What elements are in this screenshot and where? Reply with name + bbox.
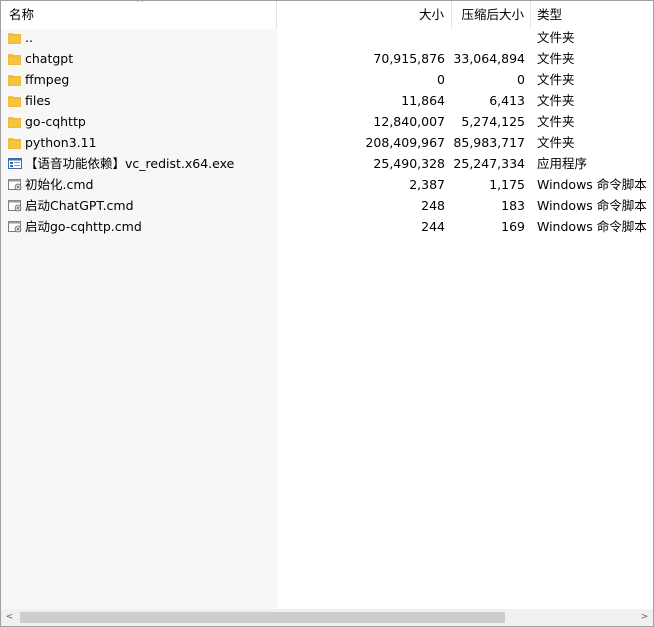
file-size: 248 — [421, 198, 445, 213]
file-name: go-cqhttp — [25, 114, 86, 129]
file-size: 244 — [421, 219, 445, 234]
file-size: 208,409,967 — [365, 135, 445, 150]
file-type: 应用程序 — [537, 156, 588, 171]
file-row[interactable]: 初始化.cmd 2,387 1,175 Windows 命令脚本 — [1, 174, 653, 195]
file-size — [277, 27, 445, 48]
column-header-type-label: 类型 — [537, 7, 563, 22]
column-header-bar: 名称 ^ 大小 压缩后大小 类型 — [1, 1, 653, 29]
file-size: 25,490,328 — [373, 156, 445, 171]
file-name: 【语音功能依赖】vc_redist.x64.exe — [25, 156, 235, 171]
file-packed-size: 183 — [501, 198, 525, 213]
file-type: Windows 命令脚本 — [537, 198, 647, 213]
file-name: .. — [25, 30, 33, 45]
cmd-icon — [7, 174, 23, 195]
file-row[interactable]: 【语音功能依赖】vc_redist.x64.exe 25,490,328 25,24… — [1, 153, 653, 174]
cmd-icon — [7, 195, 23, 216]
column-header-packed-size-label: 压缩后大小 — [461, 7, 524, 22]
file-size: 0 — [437, 72, 445, 87]
file-type: 文件夹 — [537, 51, 575, 66]
file-packed-size: 5,274,125 — [461, 114, 525, 129]
folder-icon — [7, 111, 23, 132]
file-packed-size: 33,064,894 — [453, 51, 525, 66]
file-row[interactable]: .. 文件夹 — [1, 27, 653, 48]
scroll-left-arrow-icon: < — [5, 612, 14, 622]
file-type: 文件夹 — [537, 30, 575, 45]
folder-icon — [7, 132, 23, 153]
scroll-thumb[interactable] — [20, 612, 505, 623]
file-size: 2,387 — [409, 177, 445, 192]
file-size: 70,915,876 — [373, 51, 445, 66]
file-list: .. 文件夹 chatgpt 70,915,876 33,064,894 文件夹 ffmpe… — [1, 27, 653, 237]
column-header-packed-size[interactable]: 压缩后大小 — [452, 1, 531, 29]
file-row[interactable]: python3.11 208,409,967 85,983,717 文件夹 — [1, 132, 653, 153]
file-packed-size: 1,175 — [489, 177, 525, 192]
sort-ascending-icon: ^ — [135, 0, 145, 9]
scroll-right-arrow-icon: > — [640, 612, 649, 622]
file-packed-size: 6,413 — [489, 93, 525, 108]
file-type: 文件夹 — [537, 72, 575, 87]
file-type: 文件夹 — [537, 93, 575, 108]
folder-icon — [7, 27, 23, 48]
file-name: 启动go-cqhttp.cmd — [25, 219, 142, 234]
file-type: 文件夹 — [537, 135, 575, 150]
exe-icon — [7, 153, 23, 174]
column-header-type[interactable]: 类型 — [531, 1, 653, 29]
file-row[interactable]: 启动go-cqhttp.cmd 244 169 Windows 命令脚本 — [1, 216, 653, 237]
column-header-size-label: 大小 — [418, 7, 444, 22]
file-packed-size: 85,983,717 — [453, 135, 525, 150]
file-name: chatgpt — [25, 51, 74, 66]
cmd-icon — [7, 216, 23, 237]
file-packed-size: 169 — [501, 219, 525, 234]
file-name: 初始化.cmd — [25, 177, 94, 192]
file-size: 11,864 — [401, 93, 445, 108]
file-type: Windows 命令脚本 — [537, 177, 647, 192]
file-row[interactable]: 启动ChatGPT.cmd 248 183 Windows 命令脚本 — [1, 195, 653, 216]
horizontal-scrollbar[interactable]: < > — [1, 609, 653, 626]
folder-icon — [7, 48, 23, 69]
folder-icon — [7, 90, 23, 111]
file-list-window: 名称 ^ 大小 压缩后大小 类型 .. 文件夹 chatgpt 70,915,876 3… — [0, 0, 654, 627]
file-row[interactable]: files 11,864 6,413 文件夹 — [1, 90, 653, 111]
column-header-size[interactable]: 大小 — [277, 1, 452, 29]
scroll-right-button[interactable]: > — [636, 609, 653, 626]
file-row[interactable]: chatgpt 70,915,876 33,064,894 文件夹 — [1, 48, 653, 69]
file-packed-size: 25,247,334 — [453, 156, 525, 171]
file-packed-size: 0 — [517, 72, 525, 87]
file-name: 启动ChatGPT.cmd — [25, 198, 134, 213]
file-type: Windows 命令脚本 — [537, 219, 647, 234]
file-name: files — [25, 93, 51, 108]
file-row[interactable]: go-cqhttp 12,840,007 5,274,125 文件夹 — [1, 111, 653, 132]
scroll-left-button[interactable]: < — [1, 609, 18, 626]
scroll-track[interactable] — [18, 609, 636, 626]
file-row[interactable]: ffmpeg 0 0 文件夹 — [1, 69, 653, 90]
file-packed-size — [452, 27, 525, 48]
file-name: python3.11 — [25, 135, 97, 150]
folder-icon — [7, 69, 23, 90]
file-size: 12,840,007 — [373, 114, 445, 129]
file-name: ffmpeg — [25, 72, 70, 87]
file-type: 文件夹 — [537, 114, 575, 129]
column-header-name-label: 名称 — [9, 7, 35, 22]
